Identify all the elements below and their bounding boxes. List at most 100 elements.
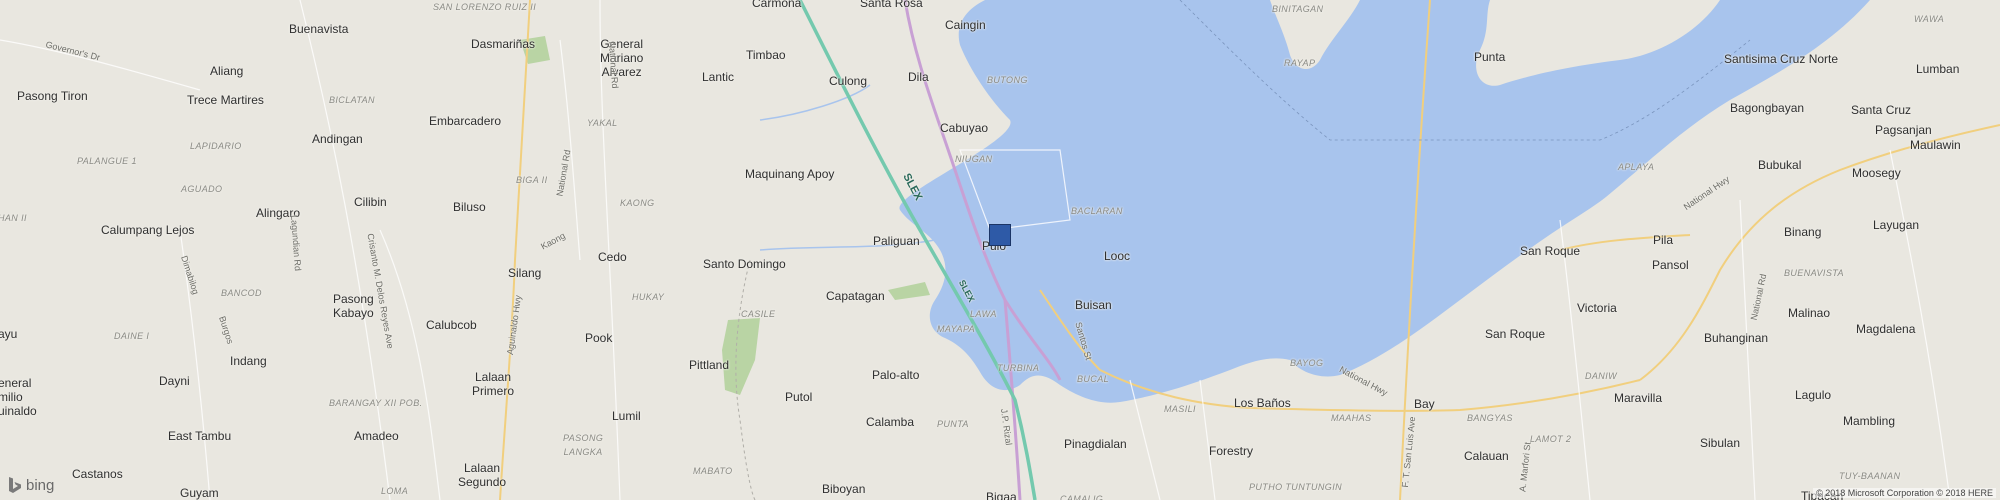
place-label: San Roque <box>1520 244 1581 258</box>
place-label: Palo-alto <box>872 368 920 382</box>
district-label: LOMA <box>381 486 409 496</box>
district-label: PALANGUE 1 <box>77 156 137 166</box>
district-label: BACLARAN <box>1071 206 1123 216</box>
bing-logo-text: bing <box>26 476 55 494</box>
district-label: BUENAVISTA <box>1784 268 1844 278</box>
district-label: CASILE <box>741 309 776 319</box>
district-label: BUCAL <box>1077 374 1110 384</box>
place-label: Bagongbayan <box>1730 101 1805 115</box>
place-label: Culong <box>829 74 868 88</box>
place-label: East Tambu <box>168 429 232 443</box>
place-label: Biboyan <box>822 482 866 496</box>
place-label: Sibulan <box>1700 436 1741 450</box>
place-label: Pila <box>1653 233 1674 247</box>
place-label: Layugan <box>1873 218 1920 232</box>
district-label: BICLATAN <box>329 95 375 105</box>
place-label: Bay <box>1414 397 1435 411</box>
district-label: AGUADO <box>181 184 223 194</box>
district-label: MAYAPA <box>937 324 976 334</box>
place-label: Lalaan Segundo <box>458 461 507 489</box>
place-label: Lagulo <box>1795 388 1832 402</box>
place-label: Guyam <box>180 486 219 500</box>
place-label: Biluso <box>453 200 486 214</box>
district-label: DAINE I <box>114 331 150 341</box>
district-label: HUKAY <box>632 292 665 302</box>
district-label: YAKAL <box>587 118 618 128</box>
place-label: Pinagdialan <box>1064 437 1127 451</box>
place-label: Indang <box>230 354 267 368</box>
place-label: Calubcob <box>426 318 477 332</box>
place-label: eneral milio uinaldo <box>0 376 37 418</box>
place-label: Santo Domingo <box>703 257 786 271</box>
place-label: Bubukal <box>1758 158 1802 172</box>
district-label: TUY-BAANAN <box>1839 471 1901 481</box>
district-label: RAYAP <box>1284 58 1316 68</box>
place-label: Punta <box>1474 50 1506 64</box>
place-label: Buhanginan <box>1704 331 1769 345</box>
map-attribution: © 2018 Microsoft Corporation © 2018 HERE <box>1813 488 1996 498</box>
place-label: Victoria <box>1577 301 1617 315</box>
place-label: Bigaa <box>986 490 1017 500</box>
district-label: MABATO <box>693 466 733 476</box>
district-label: WAWA <box>1914 14 1945 24</box>
district-label: NIUGAN <box>955 154 993 164</box>
district-label: BINITAGAN <box>1272 4 1324 14</box>
place-label: Caingin <box>945 18 986 32</box>
place-label: Silang <box>508 266 542 280</box>
district-label: LAPIDARIO <box>190 141 242 151</box>
place-label: Lantic <box>702 70 735 84</box>
district-label: MAAHAS <box>1331 413 1372 423</box>
place-label: ayu <box>0 327 18 341</box>
place-label: San Roque <box>1485 327 1546 341</box>
place-label: Pasong Tiron <box>17 89 88 103</box>
district-label: KAONG <box>620 198 655 208</box>
district-label: HAN II <box>0 213 27 223</box>
place-label: Calumpang Lejos <box>101 223 195 237</box>
place-label: Forestry <box>1209 444 1254 458</box>
district-label: MASILI <box>1164 404 1196 414</box>
place-label: Dila <box>908 70 929 84</box>
district-label: APLAYA <box>1618 162 1655 172</box>
place-label: Pagsanjan <box>1875 123 1932 137</box>
place-label: Lumban <box>1916 62 1960 76</box>
district-label: BUTONG <box>987 75 1028 85</box>
square-pushpin-icon[interactable] <box>989 224 1011 246</box>
place-label: Maquinang Apoy <box>745 167 835 181</box>
map-canvas[interactable]: Carmona Santa Rosa Caingin Buenavista Da… <box>0 0 2000 500</box>
district-label: BIGA II <box>516 175 548 185</box>
bing-logo-icon <box>9 477 21 493</box>
place-label: Andingan <box>312 132 363 146</box>
place-label: Timbao <box>746 48 786 62</box>
district-label: PUNTA <box>937 419 969 429</box>
place-label: Embarcadero <box>429 114 502 128</box>
place-label: Magdalena <box>1856 322 1916 336</box>
place-label: Trece Martires <box>187 93 264 107</box>
place-label: Capatagan <box>826 289 885 303</box>
district-label: LAMOT 2 <box>1530 434 1572 444</box>
place-label: Pasong Kabayo <box>333 292 374 320</box>
place-label: Cilibin <box>354 195 387 209</box>
district-label: TURBINA <box>997 363 1040 373</box>
district-label: PUTHO TUNTUNGIN <box>1249 482 1342 492</box>
place-label: Maulawin <box>1910 138 1961 152</box>
place-label: Cabuyao <box>940 121 989 135</box>
place-label: Mambling <box>1843 414 1896 428</box>
place-label: Amadeo <box>354 429 399 443</box>
district-label: LAWA <box>970 309 997 319</box>
place-label: Los Baños <box>1234 396 1291 410</box>
district-label: PASONG LANGKA <box>563 433 604 457</box>
place-label: Buenavista <box>289 22 349 36</box>
place-label: Aliang <box>210 64 244 78</box>
place-label: Moosegy <box>1852 166 1901 180</box>
place-label: Dayni <box>159 374 190 388</box>
place-label: Cedo <box>598 250 627 264</box>
place-label: Santisima Cruz Norte <box>1724 52 1839 66</box>
district-label: SAN LORENZO RUIZ II <box>433 2 537 12</box>
place-label: Pittland <box>689 358 730 372</box>
place-label: Dasmariñas <box>471 37 536 51</box>
place-label: Santa Cruz <box>1851 103 1912 117</box>
place-label: Carmona <box>752 0 802 10</box>
district-label: BAYOG <box>1290 358 1324 368</box>
district-label: BANCOD <box>221 288 262 298</box>
place-label: Paliguan <box>873 234 920 248</box>
